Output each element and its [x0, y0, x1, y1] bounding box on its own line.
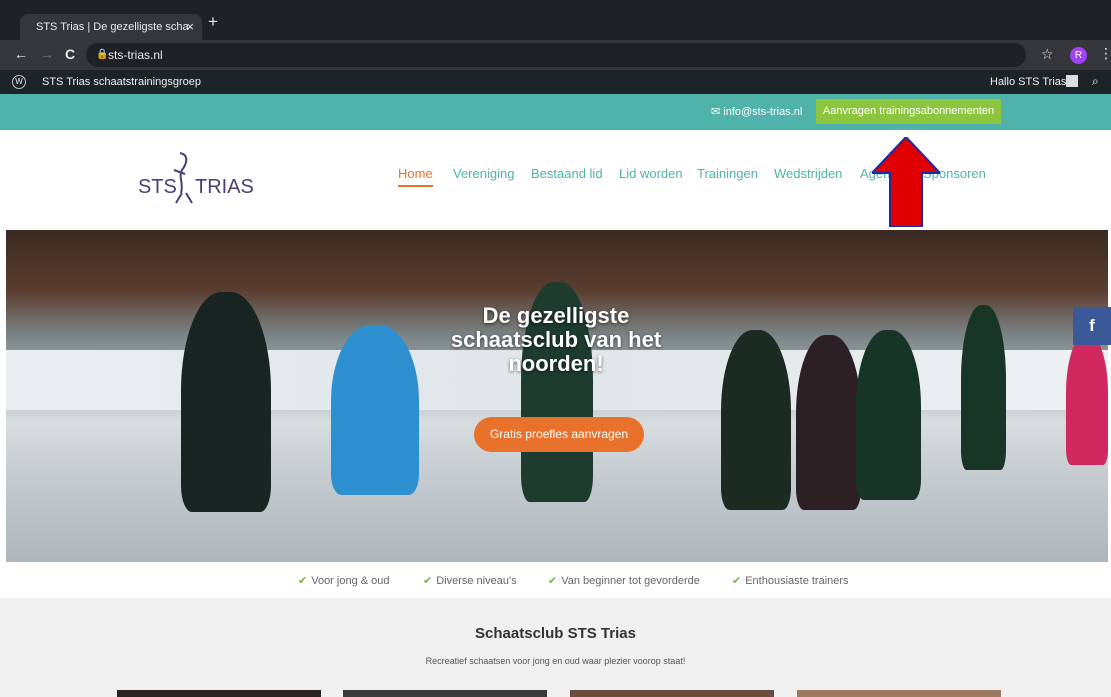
sts-trias-logo[interactable]: STS TRIAS	[138, 145, 258, 205]
facebook-icon[interactable]: f	[1073, 307, 1111, 345]
skater-image	[856, 330, 921, 500]
reload-icon[interactable]: C	[65, 46, 75, 62]
image-card[interactable]	[570, 690, 774, 697]
nav-wedstrijden[interactable]: Wedstrijden	[774, 166, 842, 181]
admin-avatar[interactable]	[1066, 75, 1078, 87]
skater-image	[1066, 335, 1108, 465]
check-icon: ✔	[298, 575, 308, 587]
active-browser-tab[interactable]: STS Trias | De gezelligste scha ×	[20, 14, 202, 40]
site-top-bar: ✉ info@sts-trias.nl Aanvragen trainingsa…	[0, 94, 1111, 130]
usp-bar: ✔ Voor jong & oud ✔ Diverse niveau's ✔ Van …	[0, 562, 1111, 598]
admin-search-icon[interactable]: ⌕	[1092, 74, 1099, 89]
nav-trainingen[interactable]: Trainingen	[697, 166, 758, 181]
usp-item: ✔ Enthousiaste trainers	[732, 575, 849, 587]
back-icon[interactable]: ←	[14, 46, 28, 62]
check-icon: ✔	[548, 575, 558, 587]
skater-image	[721, 330, 791, 510]
lock-icon: 🔒	[96, 49, 109, 60]
skater-image	[181, 292, 271, 512]
browser-tab-strip: STS Trias | De gezelligste scha × +	[0, 0, 1111, 40]
subscription-request-button[interactable]: Aanvragen trainingsabonnementen	[816, 99, 1001, 124]
hero-title: De gezelligste schaatsclub van het noord…	[450, 303, 662, 376]
nav-home[interactable]: Home	[398, 166, 433, 187]
club-intro-section: Schaatsclub STS Trias Recreatief schaats…	[0, 598, 1111, 697]
admin-site-name[interactable]: STS Trias schaatstrainingsgroep	[42, 76, 201, 88]
red-up-arrow-icon	[872, 137, 940, 227]
address-bar[interactable]: 🔒 sts-trias.nl	[86, 43, 1026, 67]
hero-banner: De gezelligste schaatsclub van het noord…	[6, 230, 1108, 562]
image-card[interactable]	[343, 690, 547, 697]
profile-avatar[interactable]: R	[1070, 47, 1087, 64]
wordpress-logo-icon[interactable]: W	[12, 75, 26, 89]
club-subtitle: Recreatief schaatsen voor jong en oud wa…	[425, 656, 686, 666]
image-card[interactable]	[797, 690, 1001, 697]
usp-item: ✔ Voor jong & oud	[298, 575, 390, 587]
admin-greeting[interactable]: Hallo STS Trias	[990, 76, 1066, 88]
usp-item: ✔ Van beginner tot gevorderde	[548, 575, 700, 587]
browser-toolbar: ← → C 🔒 sts-trias.nl ☆ R ⋮	[0, 40, 1111, 70]
wordpress-admin-bar: W STS Trias schaatstrainingsgroep Hallo …	[0, 70, 1111, 94]
email-text: info@sts-trias.nl	[723, 106, 803, 118]
nav-bestaand-lid[interactable]: Bestaand lid	[531, 166, 603, 181]
forward-icon[interactable]: →	[40, 46, 54, 62]
usp-item: ✔ Diverse niveau's	[423, 575, 517, 587]
close-tab-icon[interactable]: ×	[186, 14, 194, 40]
new-tab-icon[interactable]: +	[208, 12, 218, 32]
club-title: Schaatsclub STS Trias	[475, 625, 636, 642]
logo-text-left: STS	[138, 176, 177, 198]
email-link[interactable]: ✉ info@sts-trias.nl	[711, 105, 802, 118]
free-trial-lesson-button[interactable]: Gratis proefles aanvragen	[474, 417, 644, 452]
nav-lid-worden[interactable]: Lid worden	[619, 166, 683, 181]
skater-image	[796, 335, 861, 510]
check-icon: ✔	[732, 575, 742, 587]
nav-vereniging[interactable]: Vereniging	[453, 166, 514, 181]
image-card[interactable]	[117, 690, 321, 697]
site-header: STS TRIAS Home Vereniging Bestaand lid L…	[0, 130, 1111, 230]
skater-image	[331, 325, 419, 495]
skater-image	[961, 305, 1006, 470]
url-text: sts-trias.nl	[108, 48, 163, 62]
logo-text-right: TRIAS	[195, 176, 254, 198]
check-icon: ✔	[423, 575, 433, 587]
bookmark-star-icon[interactable]: ☆	[1041, 46, 1054, 63]
tab-title: STS Trias | De gezelligste scha	[36, 21, 189, 33]
browser-menu-icon[interactable]: ⋮	[1099, 45, 1111, 62]
